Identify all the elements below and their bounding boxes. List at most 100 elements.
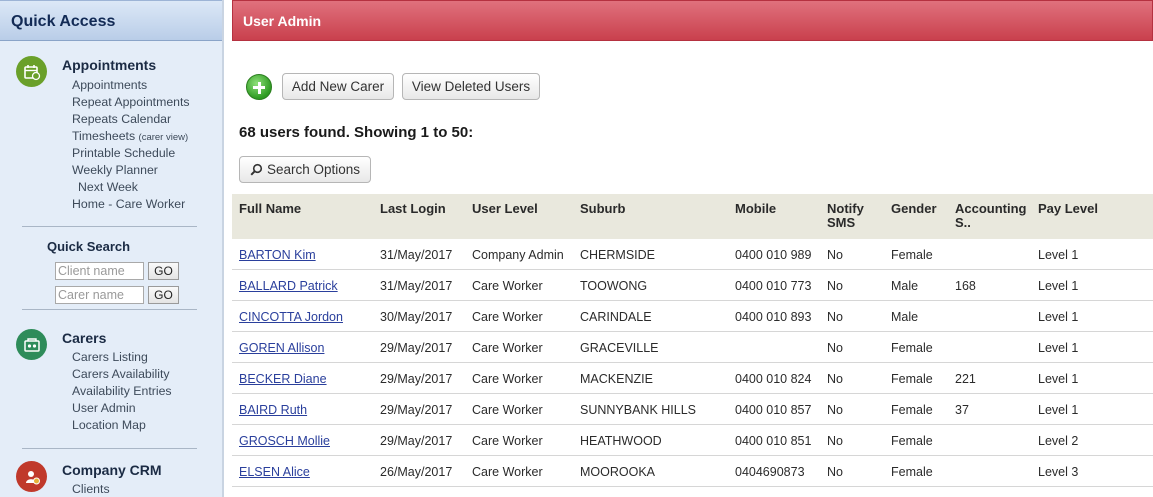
user-name-link[interactable]: GROSCH Mollie (239, 434, 330, 448)
cell-notify-sms: No (827, 310, 843, 324)
timesheets-note: (carer view) (138, 132, 189, 143)
sidebar-item-clients[interactable]: Clients (72, 481, 110, 497)
cell-mobile: 0400 010 773 (735, 279, 812, 293)
cell-mobile: 0400 010 989 (735, 248, 812, 262)
client-name-input[interactable] (55, 262, 144, 280)
cell-last-login: 26/May/2017 (380, 465, 453, 479)
user-name-link[interactable]: BECKER Diane (239, 372, 327, 386)
cell-suburb: GRACEVILLE (580, 341, 659, 355)
table-row: BALLARD Patrick 31/May/2017 Care Worker TOO… (232, 270, 1153, 301)
cell-gender: Female (891, 372, 933, 386)
cell-suburb: MOOROOKA (580, 465, 656, 479)
sidebar-item-user-admin[interactable]: User Admin (72, 400, 172, 417)
sidebar-item-printable-schedule[interactable]: Printable Schedule (72, 145, 190, 162)
table-row: ELSEN Alice 26/May/2017 Care Worker MOOROOK… (232, 456, 1153, 487)
sidebar-item-timesheets[interactable]: Timesheets (carer view) (72, 128, 190, 145)
carer-go-button[interactable]: GO (148, 286, 179, 304)
user-name-link[interactable]: BALLARD Patrick (239, 279, 338, 293)
col-pay-level[interactable]: Pay Level (1038, 202, 1098, 216)
user-name-link[interactable]: GOREN Allison (239, 341, 324, 355)
cell-gender: Male (891, 279, 919, 293)
cell-notify-sms: No (827, 372, 843, 386)
sidebar-item-next-week[interactable]: Next Week (72, 179, 190, 196)
carers-title: Carers (62, 330, 107, 346)
col-full-name[interactable]: Full Name (239, 202, 301, 216)
cell-suburb: CHERMSIDE (580, 248, 656, 262)
cell-last-login: 30/May/2017 (380, 310, 453, 324)
cell-pay-level: Level 1 (1038, 310, 1079, 324)
cell-user-level: Company Admin (472, 248, 564, 262)
cell-last-login: 29/May/2017 (380, 434, 453, 448)
user-name-link[interactable]: BARTON Kim (239, 248, 316, 262)
table-row: GOREN Allison 29/May/2017 Care Worker GRACE… (232, 332, 1153, 363)
sidebar-item-carers-listing[interactable]: Carers Listing (72, 349, 172, 366)
cell-user-level: Care Worker (472, 279, 543, 293)
users-table: Full Name Last Login User Level Suburb M… (232, 194, 1153, 487)
main-panel: User Admin Add New Carer View Deleted Us… (232, 0, 1153, 497)
sidebar-item-home-care-worker[interactable]: Home - Care Worker (72, 196, 190, 213)
table-row: BAIRD Ruth 29/May/2017 Care Worker SUNNYBAN… (232, 394, 1153, 425)
table-body: BARTON Kim 31/May/2017 Company Admin CHERMS… (232, 239, 1153, 487)
cell-pay-level: Level 3 (1038, 465, 1079, 479)
cell-user-level: Care Worker (472, 341, 543, 355)
table-row: BARTON Kim 31/May/2017 Company Admin CHERMS… (232, 239, 1153, 270)
sidebar-item-weekly-planner[interactable]: Weekly Planner (72, 162, 190, 179)
cell-last-login: 29/May/2017 (380, 341, 453, 355)
col-suburb[interactable]: Suburb (580, 202, 626, 216)
table-row: CINCOTTA Jordon 30/May/2017 Care Worker CAR… (232, 301, 1153, 332)
carer-name-input[interactable] (55, 286, 144, 304)
view-deleted-users-button[interactable]: View Deleted Users (402, 73, 540, 100)
col-user-level[interactable]: User Level (472, 202, 538, 216)
carers-links: Carers Listing Carers Availability Avail… (72, 349, 172, 434)
plus-circle-icon[interactable] (246, 74, 272, 100)
cell-pay-level: Level 1 (1038, 279, 1079, 293)
cell-user-level: Care Worker (472, 310, 543, 324)
cell-suburb: HEATHWOOD (580, 434, 662, 448)
sidebar-item-availability-entries[interactable]: Availability Entries (72, 383, 172, 400)
cell-suburb: TOOWONG (580, 279, 648, 293)
cell-notify-sms: No (827, 465, 843, 479)
timesheets-label: Timesheets (72, 129, 136, 143)
cell-notify-sms: No (827, 341, 843, 355)
cell-gender: Female (891, 434, 933, 448)
cell-mobile: 0400 010 851 (735, 434, 812, 448)
crm-icon (16, 461, 47, 492)
table-header: Full Name Last Login User Level Suburb M… (232, 194, 1153, 239)
cell-user-level: Care Worker (472, 434, 543, 448)
cell-gender: Female (891, 465, 933, 479)
carers-icon (16, 329, 47, 360)
add-new-carer-button[interactable]: Add New Carer (282, 73, 394, 100)
cell-mobile: 0404690873 (735, 465, 805, 479)
sidebar-item-location-map[interactable]: Location Map (72, 417, 172, 434)
sidebar-item-repeats-calendar[interactable]: Repeats Calendar (72, 111, 190, 128)
cell-gender: Female (891, 341, 933, 355)
cell-last-login: 29/May/2017 (380, 403, 453, 417)
cell-mobile: 0400 010 893 (735, 310, 812, 324)
table-row: GROSCH Mollie 29/May/2017 Care Worker HEATH… (232, 425, 1153, 456)
cell-notify-sms: No (827, 248, 843, 262)
user-name-link[interactable]: CINCOTTA Jordon (239, 310, 343, 324)
user-name-link[interactable]: ELSEN Alice (239, 465, 310, 479)
page-title: User Admin (232, 0, 1153, 41)
cell-accounting: 168 (955, 279, 976, 293)
sidebar-item-appointments[interactable]: Appointments (72, 77, 190, 94)
sidebar-title: Quick Access (0, 0, 222, 41)
quick-search-title: Quick Search (47, 239, 131, 254)
cell-mobile: 0400 010 857 (735, 403, 812, 417)
col-notify-sms[interactable]: Notify SMS (827, 202, 864, 230)
sidebar-divider (22, 448, 197, 449)
col-last-login[interactable]: Last Login (380, 202, 446, 216)
cell-pay-level: Level 2 (1038, 434, 1079, 448)
user-name-link[interactable]: BAIRD Ruth (239, 403, 307, 417)
client-go-button[interactable]: GO (148, 262, 179, 280)
sidebar-item-repeat-appointments[interactable]: Repeat Appointments (72, 94, 190, 111)
col-gender[interactable]: Gender (891, 202, 937, 216)
calendar-icon (16, 56, 47, 87)
sidebar-item-carers-availability[interactable]: Carers Availability (72, 366, 172, 383)
col-accounting[interactable]: Accounting S.. (955, 202, 1027, 230)
table-row: BECKER Diane 29/May/2017 Care Worker MACKEN… (232, 363, 1153, 394)
search-options-button[interactable]: Search Options (239, 156, 371, 183)
cell-suburb: CARINDALE (580, 310, 652, 324)
cell-accounting: 37 (955, 403, 969, 417)
col-mobile[interactable]: Mobile (735, 202, 776, 216)
